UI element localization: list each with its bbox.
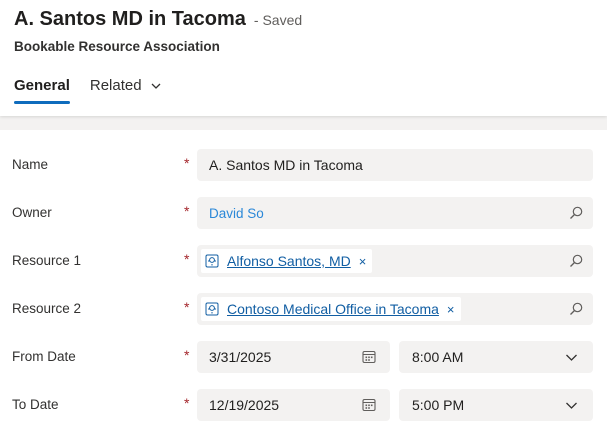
search-icon[interactable] bbox=[569, 254, 583, 268]
to-date-value: 12/19/2025 bbox=[209, 397, 280, 413]
resource2-label: Resource 2 bbox=[12, 301, 82, 316]
resource1-label: Resource 1 bbox=[12, 253, 82, 268]
resource2-row: Resource 2 * Contoso Medical Office in T… bbox=[0, 293, 607, 335]
title-row: A. Santos MD in Tacoma - Saved bbox=[14, 8, 302, 31]
from-time-value: 8:00 AM bbox=[412, 349, 464, 365]
entity-type-label: Bookable Resource Association bbox=[14, 39, 220, 54]
name-row: Name * A. Santos MD in Tacoma bbox=[0, 149, 607, 191]
name-label: Name bbox=[12, 157, 49, 172]
to-time-value: 5:00 PM bbox=[412, 397, 465, 413]
required-marker: * bbox=[184, 251, 190, 267]
chevron-down-icon bbox=[151, 83, 161, 89]
from-time-select[interactable]: 8:00 AM bbox=[399, 341, 593, 373]
search-icon[interactable] bbox=[569, 206, 583, 220]
from-date-label: From Date bbox=[12, 349, 76, 364]
to-date-input[interactable]: 12/19/2025 bbox=[197, 389, 390, 421]
tab-general[interactable]: General bbox=[14, 74, 70, 104]
to-time-select[interactable]: 5:00 PM bbox=[399, 389, 593, 421]
resource1-row: Resource 1 * Alfonso Santos, MD × bbox=[0, 245, 607, 287]
form-header: A. Santos MD in Tacoma - Saved Bookable … bbox=[0, 0, 607, 116]
calendar-icon[interactable] bbox=[362, 398, 376, 412]
to-date-label: To Date bbox=[12, 397, 59, 412]
name-value: A. Santos MD in Tacoma bbox=[209, 157, 363, 173]
calendar-icon[interactable] bbox=[362, 350, 376, 364]
owner-row: Owner * David So bbox=[0, 197, 607, 239]
search-icon[interactable] bbox=[569, 302, 583, 316]
required-marker: * bbox=[184, 155, 190, 171]
to-date-row: To Date * 12/19/2025 5:00 PM bbox=[0, 389, 607, 431]
save-status: - Saved bbox=[253, 12, 303, 28]
resource2-lookup-field[interactable]: Contoso Medical Office in Tacoma × bbox=[197, 293, 593, 325]
general-form: Name * A. Santos MD in Tacoma Owner * Da… bbox=[0, 130, 607, 435]
from-date-input[interactable]: 3/31/2025 bbox=[197, 341, 390, 373]
tab-general-label: General bbox=[14, 77, 70, 94]
owner-value[interactable]: David So bbox=[209, 206, 264, 221]
record-title: A. Santos MD in Tacoma bbox=[14, 8, 246, 30]
tab-related[interactable]: Related bbox=[90, 74, 162, 104]
name-field[interactable]: A. Santos MD in Tacoma bbox=[197, 149, 593, 181]
resource2-link[interactable]: Contoso Medical Office in Tacoma bbox=[227, 301, 439, 317]
tab-list: General Related bbox=[14, 74, 182, 104]
from-date-row: From Date * 3/31/2025 8:00 AM bbox=[0, 341, 607, 383]
resource1-lookup-field[interactable]: Alfonso Santos, MD × bbox=[197, 245, 593, 277]
resource-entity-icon bbox=[205, 302, 219, 316]
chevron-down-icon[interactable] bbox=[565, 399, 578, 412]
resource2-tag: Contoso Medical Office in Tacoma × bbox=[201, 297, 461, 321]
resource-entity-icon bbox=[205, 254, 219, 268]
resource1-link[interactable]: Alfonso Santos, MD bbox=[227, 253, 351, 269]
from-date-value: 3/31/2025 bbox=[209, 349, 272, 365]
required-marker: * bbox=[184, 395, 190, 411]
remove-resource2-button[interactable]: × bbox=[447, 302, 455, 317]
required-marker: * bbox=[184, 347, 190, 363]
remove-resource1-button[interactable]: × bbox=[359, 254, 367, 269]
required-marker: * bbox=[184, 203, 190, 219]
resource1-tag: Alfonso Santos, MD × bbox=[201, 249, 373, 273]
chevron-down-icon[interactable] bbox=[565, 351, 578, 364]
owner-lookup-field[interactable]: David So bbox=[197, 197, 593, 229]
tab-related-label: Related bbox=[89, 77, 142, 94]
required-marker: * bbox=[184, 299, 190, 315]
owner-label: Owner bbox=[12, 205, 52, 220]
